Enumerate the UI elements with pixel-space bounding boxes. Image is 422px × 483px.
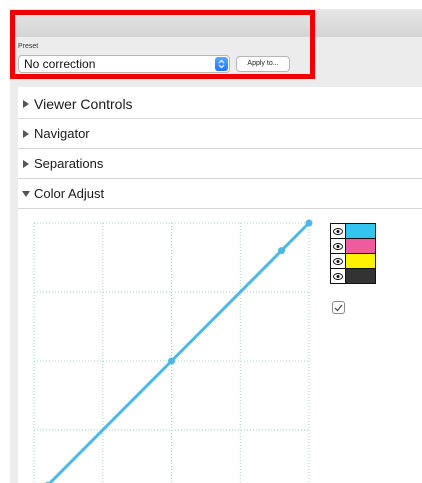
swatch-cyan[interactable]: [346, 223, 376, 239]
section-label: Separations: [34, 156, 104, 171]
preset-label: Preset: [18, 43, 39, 50]
color-adjust-area: [18, 209, 422, 483]
eye-icon[interactable]: [330, 223, 346, 239]
channel-row-black: [330, 268, 398, 284]
section-viewer-controls[interactable]: Viewer Controls: [18, 89, 422, 119]
preset-select-value: No correction: [24, 57, 96, 71]
disclosure-right-icon: [20, 99, 32, 108]
section-label: Navigator: [34, 126, 90, 141]
eye-icon[interactable]: [330, 238, 346, 254]
section-label: Color Adjust: [34, 186, 105, 201]
swatch-yellow[interactable]: [346, 253, 376, 269]
tone-curve-chart[interactable]: [18, 209, 328, 483]
apply-to-button[interactable]: Apply to...: [236, 56, 290, 72]
section-navigator[interactable]: Navigator: [18, 119, 422, 149]
disclosure-right-icon: [20, 129, 32, 138]
curve-checkbox[interactable]: [332, 301, 345, 314]
select-stepper-icon: [215, 57, 228, 71]
section-color-adjust[interactable]: Color Adjust: [18, 179, 422, 209]
swatch-black[interactable]: [346, 268, 376, 284]
disclosure-right-icon: [20, 159, 32, 168]
eye-icon[interactable]: [330, 268, 346, 284]
section-label: Viewer Controls: [34, 95, 133, 112]
channel-row-magenta: [330, 238, 398, 254]
top-strip: [0, 0, 422, 8]
curve-control-point[interactable]: [305, 219, 313, 227]
channel-row-cyan: [330, 223, 398, 239]
preset-panel: Preset No correction Apply to...: [10, 37, 422, 88]
curve-control-point[interactable]: [278, 247, 285, 255]
section-separations[interactable]: Separations: [18, 149, 422, 179]
curve-control-point[interactable]: [168, 357, 175, 365]
eye-icon[interactable]: [330, 253, 346, 269]
preset-select[interactable]: No correction: [18, 55, 230, 73]
disclosure-down-icon: [20, 190, 32, 197]
channel-row-yellow: [330, 253, 398, 269]
window-title-bar: [10, 9, 422, 38]
swatch-magenta[interactable]: [346, 238, 376, 254]
